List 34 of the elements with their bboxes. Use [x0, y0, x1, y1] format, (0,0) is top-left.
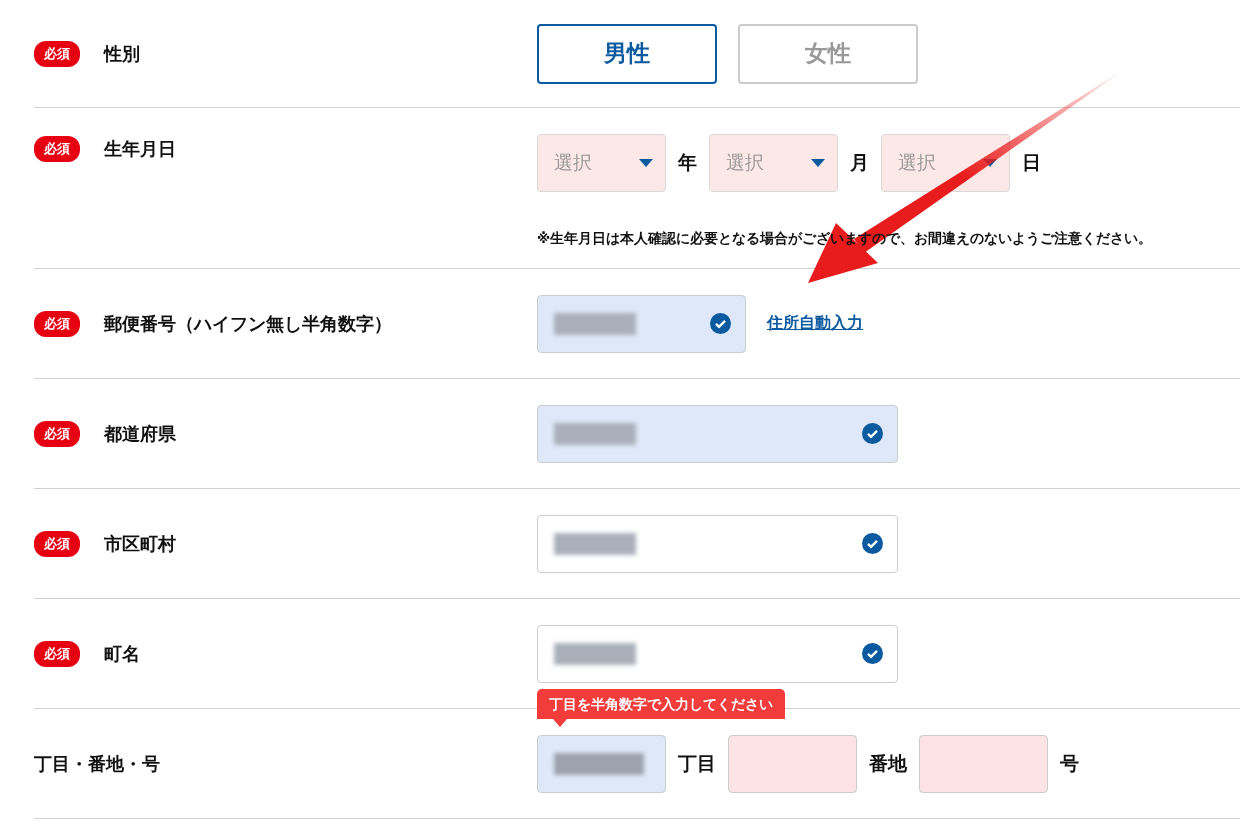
unit-label: 番地: [869, 750, 907, 776]
required-badge: 必須: [34, 310, 80, 337]
caret-icon: [639, 159, 653, 167]
field-label: 町名: [104, 641, 140, 666]
error-tooltip: 丁目を半角数字で入力してください: [537, 688, 785, 727]
unit-label: 丁目: [678, 750, 716, 776]
input-field[interactable]: [537, 624, 898, 683]
required-badge: 必須: [34, 420, 80, 447]
date-select[interactable]: 選択: [709, 134, 838, 192]
field-label: 丁目・番地・号: [34, 751, 160, 776]
required-badge: 必須: [34, 640, 80, 667]
auto-address-link[interactable]: 住所自動入力: [767, 313, 863, 334]
input-field[interactable]: [537, 294, 746, 353]
required-badge: 必須: [34, 530, 80, 557]
date-select[interactable]: 選択: [537, 134, 666, 192]
field-label: 都道府県: [104, 421, 176, 446]
required-badge: 必須: [34, 136, 80, 162]
field-label: 郵便番号（ハイフン無し半角数字）: [104, 311, 392, 336]
gender-option-button[interactable]: 女性: [738, 23, 918, 84]
caret-icon: [811, 159, 825, 167]
unit-label: 号: [1060, 750, 1079, 776]
unit-label: 日: [1022, 150, 1041, 175]
input-field[interactable]: [537, 514, 898, 573]
gender-option-button[interactable]: 男性: [537, 23, 717, 84]
input-field[interactable]: [537, 404, 898, 463]
input-field[interactable]: [919, 734, 1048, 793]
field-label: 生年月日: [104, 137, 176, 161]
field-label: 性別: [104, 41, 140, 66]
unit-label: 月: [850, 150, 869, 175]
required-badge: 必須: [34, 40, 80, 67]
input-field[interactable]: [728, 734, 857, 793]
unit-label: 年: [678, 150, 697, 175]
field-label: 市区町村: [104, 531, 176, 556]
input-field[interactable]: [537, 734, 666, 793]
